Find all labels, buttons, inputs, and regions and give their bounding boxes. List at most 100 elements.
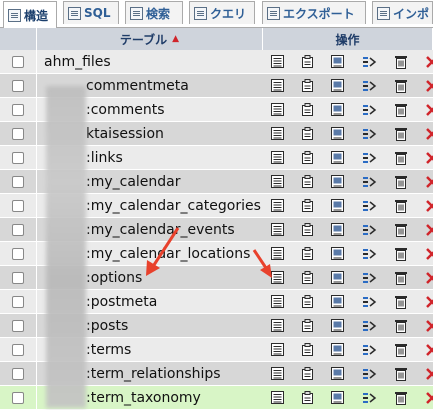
structure-icon[interactable] — [300, 222, 316, 238]
browse-icon[interactable] — [270, 102, 286, 118]
structure-icon[interactable] — [300, 126, 316, 142]
insert-icon[interactable] — [361, 150, 377, 166]
tab-structure[interactable]: 構造 — [3, 1, 57, 28]
row-checkbox[interactable] — [12, 128, 24, 140]
search-icon[interactable] — [330, 78, 346, 94]
browse-icon[interactable] — [270, 54, 286, 70]
row-checkbox[interactable] — [12, 392, 24, 404]
empty-icon[interactable] — [393, 150, 409, 166]
browse-icon[interactable] — [270, 150, 286, 166]
tab-search[interactable]: 検索 — [125, 1, 183, 24]
browse-icon[interactable] — [270, 366, 286, 382]
empty-icon[interactable] — [393, 366, 409, 382]
structure-icon[interactable] — [300, 390, 316, 406]
insert-icon[interactable] — [361, 222, 377, 238]
search-icon[interactable] — [330, 102, 346, 118]
insert-icon[interactable] — [361, 174, 377, 190]
insert-icon[interactable] — [361, 342, 377, 358]
insert-icon[interactable] — [361, 270, 377, 286]
search-icon[interactable] — [330, 270, 346, 286]
search-icon[interactable] — [330, 150, 346, 166]
empty-icon[interactable] — [393, 270, 409, 286]
structure-icon[interactable] — [300, 366, 316, 382]
drop-icon[interactable] — [424, 78, 433, 94]
search-icon[interactable] — [330, 222, 346, 238]
search-icon[interactable] — [330, 198, 346, 214]
browse-icon[interactable] — [270, 198, 286, 214]
drop-icon[interactable] — [424, 342, 433, 358]
empty-icon[interactable] — [393, 246, 409, 262]
table-name-link[interactable]: ktaisession — [86, 126, 164, 142]
tab-import[interactable]: インポ — [372, 1, 433, 24]
table-name-link[interactable]: :posts — [86, 318, 128, 334]
row-checkbox[interactable] — [12, 56, 24, 68]
table-row[interactable]: ahm_files — [0, 50, 433, 74]
empty-icon[interactable] — [393, 174, 409, 190]
structure-icon[interactable] — [300, 78, 316, 94]
table-name-link[interactable]: :my_calendar_categories — [86, 198, 261, 214]
browse-icon[interactable] — [270, 246, 286, 262]
table-name-link[interactable]: :comments — [86, 102, 165, 118]
empty-icon[interactable] — [393, 318, 409, 334]
drop-icon[interactable] — [424, 294, 433, 310]
table-name-link[interactable]: :my_calendar_events — [86, 222, 235, 238]
browse-icon[interactable] — [270, 174, 286, 190]
empty-icon[interactable] — [393, 222, 409, 238]
drop-icon[interactable] — [424, 54, 433, 70]
table-name-link[interactable]: :my_calendar_locations — [86, 246, 250, 262]
insert-icon[interactable] — [361, 390, 377, 406]
browse-icon[interactable] — [270, 78, 286, 94]
browse-icon[interactable] — [270, 126, 286, 142]
row-checkbox[interactable] — [12, 152, 24, 164]
structure-icon[interactable] — [300, 342, 316, 358]
row-checkbox[interactable] — [12, 104, 24, 116]
empty-icon[interactable] — [393, 342, 409, 358]
table-name-link[interactable]: :my_calendar — [86, 174, 181, 190]
table-name-link[interactable]: :options — [86, 270, 142, 286]
drop-icon[interactable] — [424, 390, 433, 406]
drop-icon[interactable] — [424, 270, 433, 286]
row-checkbox[interactable] — [12, 224, 24, 236]
drop-icon[interactable] — [424, 246, 433, 262]
search-icon[interactable] — [330, 366, 346, 382]
table-name-link[interactable]: :links — [86, 150, 123, 166]
table-name-link[interactable]: :term_taxonomy — [86, 390, 201, 406]
row-checkbox[interactable] — [12, 248, 24, 260]
drop-icon[interactable] — [424, 174, 433, 190]
empty-icon[interactable] — [393, 54, 409, 70]
empty-icon[interactable] — [393, 102, 409, 118]
insert-icon[interactable] — [361, 78, 377, 94]
insert-icon[interactable] — [361, 54, 377, 70]
row-checkbox[interactable] — [12, 296, 24, 308]
tab-sql[interactable]: SQL — [63, 1, 119, 24]
empty-icon[interactable] — [393, 294, 409, 310]
drop-icon[interactable] — [424, 366, 433, 382]
search-icon[interactable] — [330, 174, 346, 190]
insert-icon[interactable] — [361, 294, 377, 310]
table-name-link[interactable]: commentmeta — [86, 78, 189, 94]
browse-icon[interactable] — [270, 222, 286, 238]
row-checkbox[interactable] — [12, 344, 24, 356]
browse-icon[interactable] — [270, 342, 286, 358]
structure-icon[interactable] — [300, 318, 316, 334]
browse-icon[interactable] — [270, 294, 286, 310]
row-checkbox[interactable] — [12, 200, 24, 212]
tab-export[interactable]: エクスポート — [262, 1, 366, 24]
drop-icon[interactable] — [424, 126, 433, 142]
header-table-column[interactable]: テーブル ▲ — [37, 28, 263, 50]
browse-icon[interactable] — [270, 390, 286, 406]
drop-icon[interactable] — [424, 222, 433, 238]
drop-icon[interactable] — [424, 150, 433, 166]
structure-icon[interactable] — [300, 270, 316, 286]
search-icon[interactable] — [330, 246, 346, 262]
search-icon[interactable] — [330, 318, 346, 334]
row-checkbox[interactable] — [12, 368, 24, 380]
drop-icon[interactable] — [424, 318, 433, 334]
empty-icon[interactable] — [393, 126, 409, 142]
empty-icon[interactable] — [393, 198, 409, 214]
insert-icon[interactable] — [361, 246, 377, 262]
insert-icon[interactable] — [361, 198, 377, 214]
structure-icon[interactable] — [300, 102, 316, 118]
insert-icon[interactable] — [361, 318, 377, 334]
insert-icon[interactable] — [361, 126, 377, 142]
